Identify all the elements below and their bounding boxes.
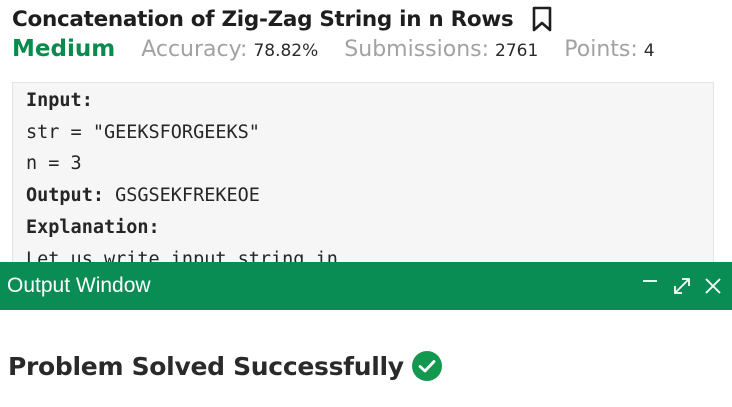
input-str-line: str = "GEEKSFORGEEKS"	[26, 121, 260, 143]
submissions-value: 2761	[495, 41, 539, 61]
points-label: Points:	[564, 37, 638, 62]
points-value: 4	[643, 41, 655, 61]
submissions-label: Submissions:	[344, 37, 490, 62]
accuracy-label: Accuracy:	[141, 37, 248, 62]
output-window-body: Problem Solved Successfully	[0, 310, 732, 407]
problem-page: Concatenation of Zig-Zag String in n Row…	[0, 0, 732, 407]
output-window-header: Output Window	[0, 262, 732, 310]
result-message: Problem Solved Successfully	[8, 351, 404, 381]
bookmark-icon[interactable]	[531, 5, 553, 33]
difficulty-badge: Medium	[12, 36, 116, 62]
input-n-line: n = 3	[26, 153, 82, 175]
output-value: GSGSEKFREKEOE	[115, 185, 260, 207]
example-text: Input: str = "GEEKSFORGEEKS" n = 3 Outpu…	[26, 85, 338, 275]
check-circle-icon	[411, 350, 443, 382]
output-label: Output:	[26, 185, 104, 207]
minimize-icon[interactable]	[640, 274, 660, 294]
explanation-label: Explanation:	[26, 216, 160, 238]
output-window-title: Output Window	[7, 274, 151, 297]
problem-title: Concatenation of Zig-Zag String in n Row…	[12, 6, 514, 32]
input-label: Input:	[26, 90, 93, 111]
example-box: Input: str = "GEEKSFORGEEKS" n = 3 Outpu…	[12, 82, 714, 282]
result-row: Problem Solved Successfully	[8, 350, 443, 382]
accuracy-value: 78.82%	[253, 41, 319, 61]
expand-icon[interactable]	[672, 276, 692, 296]
problem-meta: Medium Accuracy: 78.82% Submissions: 276…	[12, 36, 655, 72]
title-row: Concatenation of Zig-Zag String in n Row…	[12, 2, 553, 36]
close-icon[interactable]	[703, 276, 723, 296]
